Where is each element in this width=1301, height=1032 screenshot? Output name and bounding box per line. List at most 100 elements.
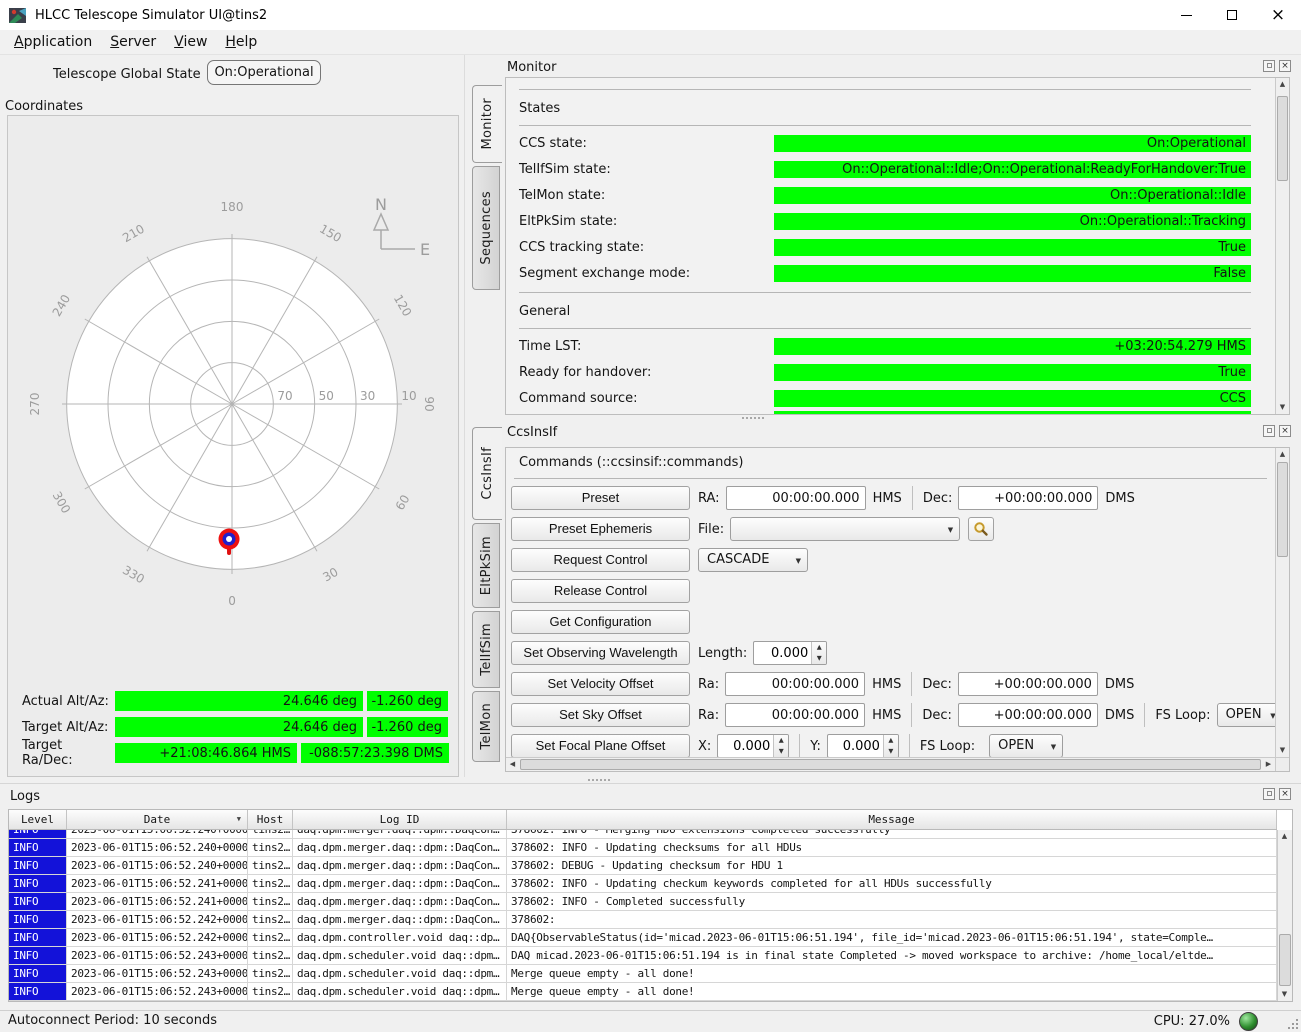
- log-cell-message[interactable]: 378602: INFO - Updating checkum keywords…: [507, 875, 1277, 892]
- file-search-button[interactable]: [968, 517, 994, 541]
- scrollbar-thumb[interactable]: [1277, 462, 1288, 557]
- log-cell-logid[interactable]: daq.dpm.scheduler.void daq::dpm…: [293, 983, 507, 1000]
- log-table-row[interactable]: INFO2023-06-01T15:06:52.243+0000tins2…da…: [9, 965, 1277, 983]
- telescope-global-state-field[interactable]: On:Operational: [207, 60, 321, 85]
- log-column-header-host[interactable]: Host: [248, 810, 293, 829]
- log-cell-date[interactable]: 2023-06-01T15:06:52.242+0000: [67, 911, 248, 928]
- log-cell-host[interactable]: tins2…: [248, 839, 293, 856]
- dock-tab-sequences[interactable]: Sequences: [472, 166, 500, 290]
- commands-horizontal-scrollbar[interactable]: ◀ ▶: [506, 757, 1275, 771]
- log-cell-host[interactable]: tins2…: [248, 830, 293, 838]
- log-cell-message[interactable]: DAQ{ObservableStatus(id='micad.2023-06-0…: [507, 929, 1277, 946]
- scrollbar-thumb[interactable]: [1279, 934, 1291, 986]
- log-cell-date[interactable]: 2023-06-01T15:06:52.242+0000: [67, 929, 248, 946]
- log-cell-date[interactable]: 2023-06-01T15:06:52.241+0000: [67, 875, 248, 892]
- sky-dec-input[interactable]: [958, 703, 1098, 727]
- sky-fs-loop-combobox[interactable]: OPEN ▼: [1217, 703, 1275, 727]
- log-cell-logid[interactable]: daq.dpm.merger.daq::dpm::DaqCon…: [293, 875, 507, 892]
- preset-ra-input[interactable]: [726, 486, 866, 510]
- log-table-row[interactable]: INFO2023-06-01T15:06:52.242+0000tins2…da…: [9, 911, 1277, 929]
- log-cell-message[interactable]: Merge queue empty - all done!: [507, 983, 1277, 1000]
- menu-help[interactable]: Help: [216, 31, 266, 53]
- menu-application[interactable]: Application: [5, 31, 101, 53]
- float-panel-icon[interactable]: [1263, 60, 1275, 72]
- dock-tab-monitor[interactable]: Monitor: [472, 85, 502, 163]
- log-cell-level[interactable]: INFO: [9, 983, 67, 1000]
- log-cell-host[interactable]: tins2…: [248, 929, 293, 946]
- log-cell-date[interactable]: 2023-06-01T15:06:52.243+0000: [67, 947, 248, 964]
- preset-dec-input[interactable]: [958, 486, 1098, 510]
- log-column-header-message[interactable]: Message: [507, 810, 1277, 829]
- dock-tab-ccsinsif[interactable]: CcsInsIf: [472, 427, 502, 520]
- set-observing-wavelength-button[interactable]: Set Observing Wavelength: [511, 641, 690, 665]
- log-cell-logid[interactable]: daq.dpm.merger.daq::dpm::DaqCon…: [293, 839, 507, 856]
- set-sky-offset-button[interactable]: Set Sky Offset: [511, 703, 690, 727]
- maximize-button[interactable]: [1209, 0, 1255, 30]
- dock-tab-telmon[interactable]: TelMon: [472, 691, 500, 762]
- log-cell-date[interactable]: 2023-06-01T15:06:52.240+0000: [67, 857, 248, 874]
- close-panel-icon[interactable]: ×: [1279, 60, 1291, 72]
- log-cell-host[interactable]: tins2…: [248, 911, 293, 928]
- log-table-row[interactable]: INFO2023-06-01T15:06:52.241+0000tins2…da…: [9, 893, 1277, 911]
- log-cell-date[interactable]: 2023-06-01T15:06:52.240+0000: [67, 830, 248, 838]
- focal-fs-loop-combobox[interactable]: OPEN ▼: [989, 734, 1063, 757]
- log-cell-date[interactable]: 2023-06-01T15:06:52.240+0000: [67, 839, 248, 856]
- preset-ephemeris-button[interactable]: Preset Ephemeris: [511, 517, 690, 541]
- monitor-vertical-scrollbar[interactable]: ▲ ▼: [1275, 78, 1289, 414]
- log-cell-level[interactable]: INFO: [9, 830, 67, 838]
- log-cell-level[interactable]: INFO: [9, 857, 67, 874]
- logs-vertical-scrollbar[interactable]: ▲ ▼: [1277, 830, 1292, 1001]
- velocity-dec-input[interactable]: [958, 672, 1098, 696]
- title-bar[interactable]: HLCC Telescope Simulator UI@tins2 ×: [0, 0, 1301, 30]
- log-cell-host[interactable]: tins2…: [248, 965, 293, 982]
- scrollbar-thumb[interactable]: [1277, 96, 1288, 181]
- float-panel-icon[interactable]: [1263, 788, 1275, 800]
- spin-up-icon[interactable]: ▲: [812, 642, 826, 653]
- spinner-buttons[interactable]: ▲▼: [773, 735, 788, 757]
- scroll-up-icon[interactable]: ▲: [1278, 830, 1291, 843]
- log-cell-level[interactable]: INFO: [9, 965, 67, 982]
- scroll-up-icon[interactable]: ▲: [1276, 448, 1289, 461]
- scrollbar-thumb[interactable]: [520, 759, 1261, 770]
- log-cell-message[interactable]: 378602: INFO - Updating checksums for al…: [507, 839, 1277, 856]
- close-panel-icon[interactable]: ×: [1279, 425, 1291, 437]
- spin-up-icon[interactable]: ▲: [884, 735, 898, 746]
- y-input[interactable]: [828, 735, 883, 757]
- request-control-button[interactable]: Request Control: [511, 548, 690, 572]
- log-column-header-date[interactable]: Date▼: [67, 810, 248, 829]
- log-cell-date[interactable]: 2023-06-01T15:06:52.241+0000: [67, 893, 248, 910]
- log-cell-host[interactable]: tins2…: [248, 857, 293, 874]
- log-cell-logid[interactable]: daq.dpm.merger.daq::dpm::DaqCon…: [293, 857, 507, 874]
- spinner-buttons[interactable]: ▲▼: [811, 642, 826, 664]
- log-cell-level[interactable]: INFO: [9, 839, 67, 856]
- sort-descending-icon[interactable]: ▼: [237, 810, 241, 829]
- scroll-down-icon[interactable]: ▼: [1276, 744, 1289, 757]
- menu-view[interactable]: View: [165, 31, 216, 53]
- log-table-row[interactable]: INFO2023-06-01T15:06:52.240+0000tins2…da…: [9, 839, 1277, 857]
- spin-up-icon[interactable]: ▲: [774, 735, 788, 746]
- sky-ra-input[interactable]: [725, 703, 865, 727]
- close-panel-icon[interactable]: ×: [1279, 788, 1291, 800]
- log-column-header-level[interactable]: Level: [9, 810, 67, 829]
- menu-server[interactable]: Server: [101, 31, 165, 53]
- log-cell-host[interactable]: tins2…: [248, 893, 293, 910]
- x-input[interactable]: [718, 735, 773, 757]
- spinner-buttons[interactable]: ▲▼: [883, 735, 898, 757]
- log-cell-level[interactable]: INFO: [9, 929, 67, 946]
- log-cell-message[interactable]: 378602: INFO - Completed successfully: [507, 893, 1277, 910]
- minimize-button[interactable]: [1163, 0, 1209, 30]
- length-spinbox[interactable]: ▲▼: [753, 641, 827, 665]
- cascade-combobox[interactable]: CASCADE ▼: [698, 548, 808, 572]
- length-input[interactable]: [754, 642, 811, 664]
- log-table-row[interactable]: INFO2023-06-01T15:06:52.240+0000tins2…da…: [9, 857, 1277, 875]
- set-focal-plane-offset-button[interactable]: Set Focal Plane Offset: [511, 734, 690, 757]
- log-cell-level[interactable]: INFO: [9, 947, 67, 964]
- set-velocity-offset-button[interactable]: Set Velocity Offset: [511, 672, 690, 696]
- log-column-header-log-id[interactable]: Log ID: [293, 810, 507, 829]
- scroll-right-icon[interactable]: ▶: [1262, 758, 1275, 771]
- dock-tab-eltpksim[interactable]: EltPkSim: [472, 523, 500, 608]
- log-cell-logid[interactable]: daq.dpm.merger.daq::dpm::DaqCon…: [293, 893, 507, 910]
- window-resize-grip[interactable]: [1286, 1017, 1298, 1029]
- spin-down-icon[interactable]: ▼: [812, 653, 826, 664]
- log-cell-logid[interactable]: daq.dpm.scheduler.void daq::dpm…: [293, 965, 507, 982]
